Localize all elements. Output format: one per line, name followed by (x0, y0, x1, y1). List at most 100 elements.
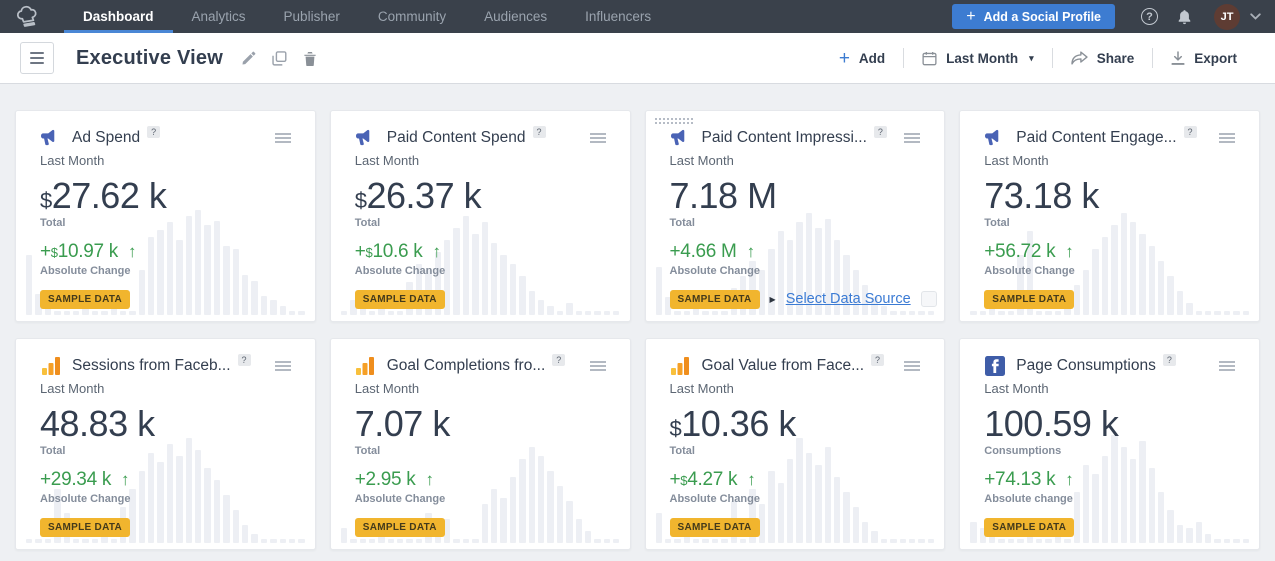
metric-card: Ad Spend ? Last Month $27.62 k Total +$1… (15, 110, 316, 322)
metric-value-label: Total (670, 217, 921, 229)
duplicate-copy-icon[interactable] (272, 51, 287, 66)
change-currency-symbol: $ (51, 245, 58, 260)
megaphone-icon (984, 127, 1005, 148)
metric-change: +74.13 k↑ (984, 469, 1235, 491)
metric-change: +2.95 k↑ (355, 469, 606, 491)
metric-value-label: Total (40, 445, 291, 457)
calendar-icon (922, 51, 937, 66)
user-avatar[interactable]: JT (1214, 4, 1240, 30)
help-icon[interactable]: ? (1141, 8, 1158, 25)
toolbar-right-actions: + Add Last Month ▾ Share Export (821, 48, 1255, 68)
help-badge[interactable]: ? (1163, 354, 1176, 366)
add-social-profile-button[interactable]: + Add a Social Profile (952, 4, 1115, 29)
sample-data-badge: SAMPLE DATA (355, 518, 445, 537)
sample-data-badge: SAMPLE DATA (355, 290, 445, 309)
metric-card: Sessions from Faceb... ? Last Month 48.8… (15, 338, 316, 550)
edit-pencil-icon[interactable] (241, 51, 256, 66)
card-menu-icon[interactable] (1219, 358, 1235, 374)
card-title: Paid Content Engage... (1016, 129, 1176, 147)
metric-value: 7.07 k (355, 405, 606, 443)
metric-value-label: Total (40, 217, 291, 229)
sample-data-badge: SAMPLE DATA (984, 518, 1074, 537)
card-title: Paid Content Impressi... (702, 129, 867, 147)
metric-value: $27.62 k (40, 177, 291, 215)
metric-value-label: Total (355, 445, 606, 457)
megaphone-icon (670, 127, 691, 148)
up-arrow-icon: ↑ (426, 470, 435, 489)
drag-grip-dots-icon[interactable] (654, 117, 694, 125)
analytics-bars-icon (355, 355, 376, 376)
metric-change: +29.34 k↑ (40, 469, 291, 491)
card-period: Last Month (355, 153, 606, 168)
help-badge[interactable]: ? (1184, 126, 1197, 138)
card-period: Last Month (984, 153, 1235, 168)
card-menu-icon[interactable] (590, 358, 606, 374)
dashboard-list-menu-button[interactable] (20, 42, 54, 74)
delete-trash-icon[interactable] (303, 51, 317, 66)
metric-cards-grid: Ad Spend ? Last Month $27.62 k Total +$1… (15, 110, 1260, 550)
export-button[interactable]: Export (1153, 51, 1255, 66)
nav-item-community[interactable]: Community (359, 0, 465, 33)
up-arrow-icon: ↑ (432, 242, 441, 261)
card-menu-icon[interactable] (1219, 130, 1235, 146)
metric-change-label: Absolute Change (984, 265, 1235, 277)
chevron-down-icon[interactable] (1250, 13, 1261, 20)
nav-item-analytics[interactable]: Analytics (173, 0, 265, 33)
nav-item-audiences[interactable]: Audiences (465, 0, 566, 33)
share-icon (1071, 51, 1088, 65)
metric-change-label: Absolute Change (670, 265, 921, 277)
help-badge[interactable]: ? (533, 126, 546, 138)
select-data-source-link[interactable]: Select Data Source (786, 291, 911, 307)
app-logo-chef-hat-icon[interactable] (16, 0, 42, 33)
add-social-profile-label: Add a Social Profile (984, 10, 1101, 24)
date-range-button[interactable]: Last Month ▾ (904, 51, 1052, 66)
card-menu-icon[interactable] (275, 130, 291, 146)
share-button[interactable]: Share (1053, 51, 1153, 66)
help-badge[interactable]: ? (147, 126, 160, 138)
caret-down-icon: ▾ (1029, 53, 1034, 64)
card-period: Last Month (984, 381, 1235, 396)
card-title: Sessions from Faceb... (72, 357, 231, 375)
metric-value: $26.37 k (355, 177, 606, 215)
card-period: Last Month (40, 381, 291, 396)
card-menu-icon[interactable] (904, 130, 920, 146)
card-select-checkbox[interactable] (921, 291, 937, 307)
currency-symbol: $ (40, 188, 52, 213)
card-period: Last Month (670, 153, 921, 168)
card-period: Last Month (40, 153, 291, 168)
megaphone-icon (355, 127, 376, 148)
card-title: Paid Content Spend (387, 129, 526, 147)
card-menu-icon[interactable] (590, 130, 606, 146)
metric-value: $10.36 k (670, 405, 921, 443)
download-icon (1171, 51, 1185, 66)
view-toolbar: Executive View + Add Last Month ▾ (0, 33, 1275, 84)
metric-change-label: Absolute Change (40, 493, 291, 505)
card-title: Page Consumptions (1016, 357, 1156, 375)
metric-change: +$4.27 k↑ (670, 469, 921, 491)
nav-item-influencers[interactable]: Influencers (566, 0, 670, 33)
add-button[interactable]: + Add (821, 49, 903, 68)
sample-data-badge: SAMPLE DATA (40, 290, 130, 309)
help-badge[interactable]: ? (552, 354, 565, 366)
sample-data-badge: SAMPLE DATA (670, 290, 760, 309)
card-menu-icon[interactable] (904, 358, 920, 374)
metric-change-label: Absolute Change (40, 265, 291, 277)
nav-item-dashboard[interactable]: Dashboard (64, 0, 173, 33)
up-arrow-icon: ↑ (1065, 470, 1074, 489)
help-badge[interactable]: ? (871, 354, 884, 366)
help-badge[interactable]: ? (238, 354, 251, 366)
up-arrow-icon: ↑ (1065, 242, 1074, 261)
metric-change: +4.66 M↑ (670, 241, 921, 263)
nav-item-publisher[interactable]: Publisher (265, 0, 359, 33)
card-menu-icon[interactable] (275, 358, 291, 374)
notifications-bell-icon[interactable] (1177, 9, 1192, 25)
sample-data-badge: SAMPLE DATA (984, 290, 1074, 309)
metric-card: Paid Content Impressi... ? Last Month 7.… (645, 110, 946, 322)
metric-card: Page Consumptions ? Last Month 100.59 k … (959, 338, 1260, 550)
plus-icon: + (966, 9, 975, 25)
help-badge[interactable]: ? (874, 126, 887, 138)
triangle-right-icon: ▶ (770, 295, 776, 304)
metric-change-label: Absolute Change (670, 493, 921, 505)
metric-change: +$10.6 k↑ (355, 241, 606, 263)
analytics-bars-icon (40, 355, 61, 376)
